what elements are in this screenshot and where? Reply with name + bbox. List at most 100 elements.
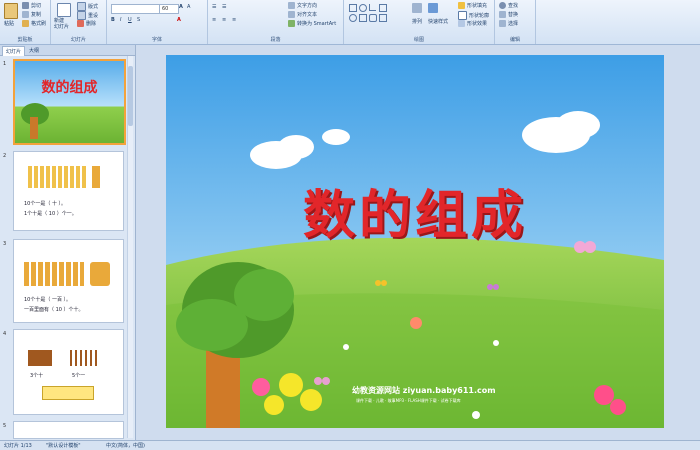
arrange-label[interactable]: 排列 xyxy=(412,18,422,25)
oval-shape-icon[interactable] xyxy=(359,4,367,12)
font-group-label: 字体 xyxy=(151,37,162,43)
cut-label: 剪切 xyxy=(31,3,42,9)
shape-outline-button[interactable]: 形状轮廓 xyxy=(458,11,489,20)
underline-icon[interactable]: U xyxy=(128,17,132,23)
find-button[interactable]: 查找 xyxy=(499,2,518,9)
thumb-line: 10个十是（ 一百 ）。 xyxy=(24,297,72,303)
rounded-shape-icon[interactable] xyxy=(369,14,377,22)
sticks-image xyxy=(70,350,98,366)
replace-button[interactable]: 替换 xyxy=(499,11,518,18)
copy-button[interactable]: 复制 xyxy=(22,11,41,18)
thumb-line: 10个一是（ 十 ）。 xyxy=(24,201,67,207)
layout-button[interactable]: 版式 xyxy=(77,2,98,11)
copy-icon xyxy=(22,11,29,18)
arrange-button[interactable] xyxy=(412,3,424,13)
replace-label: 替换 xyxy=(508,12,519,18)
replace-icon xyxy=(499,11,506,18)
bullets-icon[interactable]: ☰ xyxy=(212,4,216,10)
thumb-title: 数的组成 xyxy=(41,80,98,96)
rectangle-shape-icon[interactable] xyxy=(349,4,357,12)
thumb-line: 5个一 xyxy=(72,373,86,379)
website-text: 幼教资源网站 ziyuan.baby611.com xyxy=(352,386,496,395)
format-painter-label: 格式刷 xyxy=(31,21,47,27)
align-left-icon[interactable]: ≡ xyxy=(212,17,216,23)
textbox-shape-icon[interactable] xyxy=(379,4,387,12)
new-slide-icon xyxy=(57,3,71,17)
quick-styles-label[interactable]: 快速样式 xyxy=(428,18,448,25)
paste-button[interactable] xyxy=(4,3,20,19)
tab-outline[interactable]: 大纲 xyxy=(26,46,42,55)
cut-button[interactable]: 剪切 xyxy=(22,2,41,9)
select-button[interactable]: 选择 xyxy=(499,20,518,27)
font-color-icon[interactable]: A xyxy=(177,17,181,23)
text-direction-button[interactable]: 文字方向 xyxy=(288,2,317,9)
strikethrough-icon[interactable]: S xyxy=(137,17,140,23)
bold-icon[interactable]: B xyxy=(111,17,115,23)
copy-label: 复制 xyxy=(31,12,42,18)
slide-thumbnail-2[interactable]: 10个一是（ 十 ）。 1个十是（ 10 ）个一。 xyxy=(13,151,124,231)
shape-effects-button[interactable]: 形状效果 xyxy=(458,20,487,27)
align-text-label: 对齐文本 xyxy=(297,12,318,18)
align-text-button[interactable]: 对齐文本 xyxy=(288,11,317,18)
slides-group: 新建 幻灯片 版式 重设 删除 幻灯片 xyxy=(51,0,107,44)
select-icon xyxy=(499,20,506,27)
italic-icon[interactable]: I xyxy=(120,17,121,23)
slide-thumbnail-1[interactable]: 数的组成 xyxy=(13,59,126,145)
delete-button[interactable]: 删除 xyxy=(77,20,96,27)
numbering-icon[interactable]: ☰ xyxy=(222,4,226,10)
font-group: 60 A A B I U S A 字体 xyxy=(107,0,208,44)
slides-pane: 幻灯片 大纲 1 数的组成 2 10个一是（ 十 ）。 1个十是（ 10 ）个一… xyxy=(0,45,136,440)
slide-thumbnail-3[interactable]: 10个十是（ 一百 ）。 一百里面有（ 10 ）个十。 xyxy=(13,239,124,323)
drawing-group: 排列 快速样式 形状填充 形状轮廓 形状效果 绘图 xyxy=(344,0,495,44)
font-size-dropdown[interactable]: 60 xyxy=(159,4,179,14)
slide-thumbnail-5[interactable] xyxy=(13,421,124,439)
shape-outline-label: 形状轮廓 xyxy=(469,13,490,19)
bundles-image xyxy=(24,262,84,286)
paste-label[interactable]: 粘贴 xyxy=(4,20,14,27)
shape-effects-label: 形状效果 xyxy=(467,21,488,27)
text-direction-icon xyxy=(288,2,295,9)
align-right-icon[interactable]: ≡ xyxy=(232,17,236,23)
circle-shape-icon[interactable] xyxy=(349,14,357,22)
theme-name: "默认设计模板" xyxy=(46,443,81,449)
slide-title[interactable]: 数的组成 xyxy=(166,173,664,248)
quick-styles-button[interactable] xyxy=(428,3,440,13)
delete-icon xyxy=(77,20,84,27)
line-shape-icon[interactable] xyxy=(369,4,376,11)
big-bundle-image xyxy=(90,262,110,286)
new-slide-button[interactable] xyxy=(57,3,73,17)
slide-count: 幻灯片 1/13 xyxy=(4,443,32,449)
arrow-shape-icon[interactable] xyxy=(379,14,387,22)
pane-scrollbar[interactable] xyxy=(127,56,133,438)
thumb-number: 5 xyxy=(3,423,7,429)
shrink-font-icon[interactable]: A xyxy=(187,4,190,10)
speech-bubble xyxy=(42,386,94,400)
editing-group: 查找 替换 选择 编辑 xyxy=(495,0,536,44)
smartart-button[interactable]: 转换为 SmartArt xyxy=(288,20,336,27)
slide-thumbnail-4[interactable]: 3个十 5个一 xyxy=(13,329,124,415)
format-painter-button[interactable]: 格式刷 xyxy=(22,20,46,27)
find-icon xyxy=(499,2,506,9)
reset-label: 重设 xyxy=(88,13,99,19)
tree-trunk xyxy=(30,117,38,139)
grow-font-icon[interactable]: A xyxy=(179,4,183,10)
tab-slides[interactable]: 幻灯片 xyxy=(2,46,26,56)
ribbon: 粘贴 剪切 复制 格式刷 剪贴板 新建 幻灯片 版式 重设 删除 幻灯片 60 … xyxy=(0,0,700,45)
thumb-number: 3 xyxy=(3,241,7,247)
font-name-dropdown[interactable] xyxy=(111,4,160,14)
fill-icon xyxy=(458,2,465,9)
reset-button[interactable]: 重设 xyxy=(77,11,98,20)
slide[interactable]: 数的组成 幼教资源网站 ziyuan.baby611.com 课件下载 · 儿歌… xyxy=(166,55,664,428)
scrollbar-thumb[interactable] xyxy=(128,66,133,126)
text-direction-label: 文字方向 xyxy=(297,3,318,9)
paragraph-group-label: 段落 xyxy=(270,37,281,43)
square-shape-icon[interactable] xyxy=(359,14,367,22)
shape-fill-button[interactable]: 形状填充 xyxy=(458,2,487,9)
delete-label: 删除 xyxy=(86,21,97,27)
thumb-number: 2 xyxy=(3,153,7,159)
shape-fill-label: 形状填充 xyxy=(467,3,488,9)
outline-icon xyxy=(458,11,467,20)
new-slide-label[interactable]: 新建 幻灯片 xyxy=(54,18,69,30)
effects-icon xyxy=(458,20,465,27)
align-center-icon[interactable]: ≡ xyxy=(222,17,226,23)
